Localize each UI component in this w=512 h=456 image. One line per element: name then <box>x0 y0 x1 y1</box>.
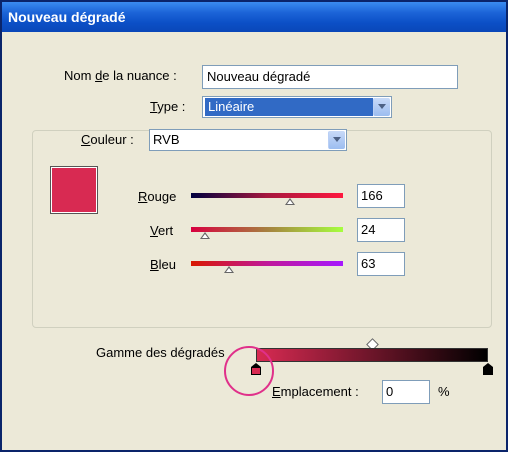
green-value-input[interactable]: 24 <box>357 218 405 242</box>
stop-color-chip <box>483 367 493 375</box>
blue-label: Bleu <box>150 257 177 272</box>
window-title: Nouveau dégradé <box>8 9 126 25</box>
color-preview-swatch <box>50 166 98 214</box>
gradient-ramp-label: Gamme des dégradés <box>96 345 225 360</box>
type-label: Type : <box>150 99 186 114</box>
swatch-name-input[interactable]: Nouveau dégradé <box>202 65 458 89</box>
location-label: Emplacement : <box>272 384 359 399</box>
location-value-input[interactable]: 0 <box>382 380 430 404</box>
red-slider[interactable] <box>191 193 343 198</box>
location-unit: % <box>438 384 450 399</box>
chevron-down-icon[interactable] <box>373 98 390 116</box>
color-mode-value: RVB <box>153 132 180 147</box>
green-slider-thumb[interactable] <box>200 232 211 239</box>
color-mode-select[interactable]: RVB <box>149 129 347 151</box>
green-slider[interactable] <box>191 227 343 232</box>
gradient-ramp-bar[interactable] <box>256 348 488 362</box>
highlight-circle <box>224 346 274 396</box>
new-gradient-dialog: Nouveau dégradé Nom de la nuance : Nouve… <box>0 0 508 452</box>
blue-slider[interactable] <box>191 261 343 266</box>
red-slider-thumb[interactable] <box>284 198 295 205</box>
title-bar: Nouveau dégradé <box>2 2 506 32</box>
green-label: Vert <box>150 223 174 238</box>
type-select[interactable]: Linéaire <box>202 96 392 118</box>
chevron-down-icon[interactable] <box>328 131 345 149</box>
red-value-input[interactable]: 166 <box>357 184 405 208</box>
gradient-end-stop[interactable] <box>483 363 493 375</box>
blue-value-input[interactable]: 63 <box>357 252 405 276</box>
red-label: Rouge <box>138 189 177 204</box>
blue-slider-thumb[interactable] <box>223 266 234 273</box>
swatch-name-label: Nom de la nuance : <box>64 68 177 83</box>
color-label: Couleur : <box>78 132 137 147</box>
type-select-value: Linéaire <box>205 98 373 116</box>
